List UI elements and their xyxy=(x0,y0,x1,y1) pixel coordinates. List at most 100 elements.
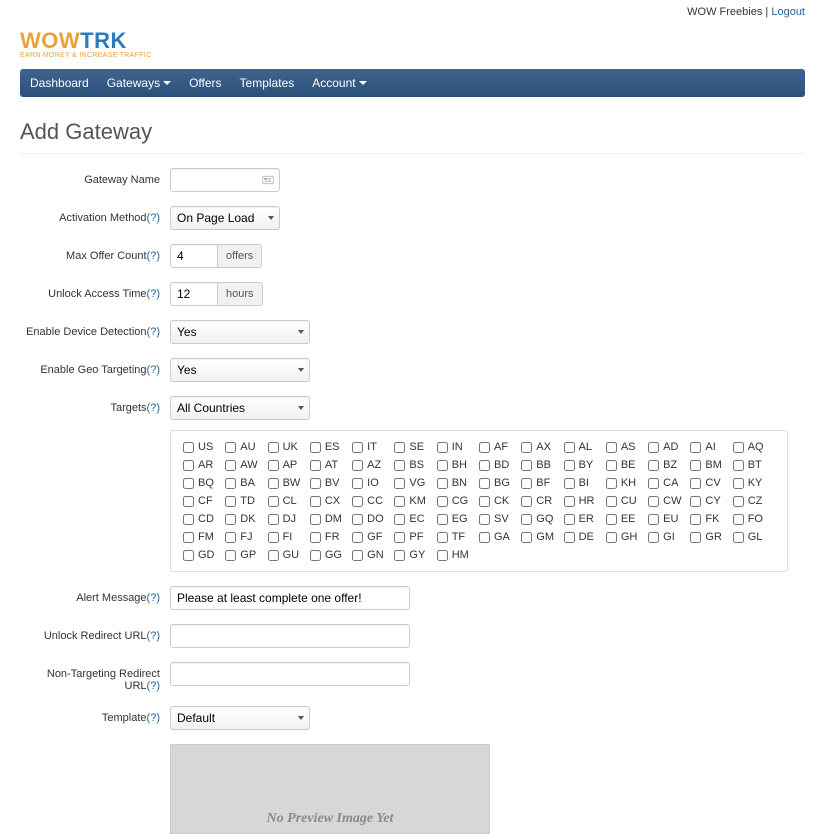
country-checkbox-gm[interactable]: GM xyxy=(521,531,563,543)
country-checkbox-bg[interactable]: BG xyxy=(479,477,521,489)
country-checkbox-input[interactable] xyxy=(437,442,448,453)
template-select[interactable]: Default xyxy=(170,706,310,730)
help-icon[interactable]: (?) xyxy=(147,712,160,724)
country-checkbox-gf[interactable]: GF xyxy=(352,531,394,543)
country-checkbox-input[interactable] xyxy=(394,550,405,561)
country-checkbox-input[interactable] xyxy=(268,460,279,471)
country-checkbox-us[interactable]: US xyxy=(183,441,225,453)
country-checkbox-ee[interactable]: EE xyxy=(606,513,648,525)
country-checkbox-al[interactable]: AL xyxy=(564,441,606,453)
country-checkbox-bt[interactable]: BT xyxy=(733,459,775,471)
country-checkbox-input[interactable] xyxy=(225,442,236,453)
country-checkbox-input[interactable] xyxy=(733,460,744,471)
country-checkbox-cz[interactable]: CZ xyxy=(733,495,775,507)
country-checkbox-input[interactable] xyxy=(479,496,490,507)
country-checkbox-input[interactable] xyxy=(733,496,744,507)
country-checkbox-pf[interactable]: PF xyxy=(394,531,436,543)
country-checkbox-input[interactable] xyxy=(564,532,575,543)
country-checkbox-input[interactable] xyxy=(648,514,659,525)
country-checkbox-bv[interactable]: BV xyxy=(310,477,352,489)
country-checkbox-gq[interactable]: GQ xyxy=(521,513,563,525)
country-checkbox-cy[interactable]: CY xyxy=(690,495,732,507)
country-checkbox-input[interactable] xyxy=(564,478,575,489)
targets-select[interactable]: All Countries xyxy=(170,396,310,420)
country-checkbox-bi[interactable]: BI xyxy=(564,477,606,489)
nav-templates[interactable]: Templates xyxy=(240,76,295,90)
country-checkbox-input[interactable] xyxy=(268,496,279,507)
country-checkbox-gg[interactable]: GG xyxy=(310,549,352,561)
country-checkbox-gy[interactable]: GY xyxy=(394,549,436,561)
country-checkbox-input[interactable] xyxy=(521,442,532,453)
country-checkbox-input[interactable] xyxy=(521,478,532,489)
country-checkbox-input[interactable] xyxy=(564,460,575,471)
country-checkbox-cd[interactable]: CD xyxy=(183,513,225,525)
country-checkbox-input[interactable] xyxy=(606,496,617,507)
nav-gateways[interactable]: Gateways xyxy=(107,76,171,90)
country-checkbox-cu[interactable]: CU xyxy=(606,495,648,507)
country-checkbox-bm[interactable]: BM xyxy=(690,459,732,471)
country-checkbox-input[interactable] xyxy=(437,478,448,489)
country-checkbox-gl[interactable]: GL xyxy=(733,531,775,543)
country-checkbox-gu[interactable]: GU xyxy=(268,549,310,561)
country-checkbox-tf[interactable]: TF xyxy=(437,531,479,543)
country-checkbox-input[interactable] xyxy=(437,460,448,471)
country-checkbox-input[interactable] xyxy=(690,496,701,507)
country-checkbox-input[interactable] xyxy=(183,496,194,507)
country-checkbox-de[interactable]: DE xyxy=(564,531,606,543)
country-checkbox-bz[interactable]: BZ xyxy=(648,459,690,471)
country-checkbox-ba[interactable]: BA xyxy=(225,477,267,489)
country-checkbox-input[interactable] xyxy=(648,460,659,471)
country-checkbox-cr[interactable]: CR xyxy=(521,495,563,507)
country-checkbox-er[interactable]: ER xyxy=(564,513,606,525)
country-checkbox-input[interactable] xyxy=(690,460,701,471)
country-checkbox-input[interactable] xyxy=(606,460,617,471)
country-checkbox-bb[interactable]: BB xyxy=(521,459,563,471)
country-checkbox-bd[interactable]: BD xyxy=(479,459,521,471)
country-checkbox-by[interactable]: BY xyxy=(564,459,606,471)
nav-offers[interactable]: Offers xyxy=(189,76,221,90)
country-checkbox-do[interactable]: DO xyxy=(352,513,394,525)
alert-message-input[interactable] xyxy=(170,586,410,610)
country-checkbox-km[interactable]: KM xyxy=(394,495,436,507)
country-checkbox-input[interactable] xyxy=(352,442,363,453)
country-checkbox-dk[interactable]: DK xyxy=(225,513,267,525)
country-checkbox-input[interactable] xyxy=(183,550,194,561)
country-checkbox-ck[interactable]: CK xyxy=(479,495,521,507)
country-checkbox-input[interactable] xyxy=(733,532,744,543)
country-checkbox-bw[interactable]: BW xyxy=(268,477,310,489)
country-checkbox-au[interactable]: AU xyxy=(225,441,267,453)
country-checkbox-bq[interactable]: BQ xyxy=(183,477,225,489)
country-checkbox-input[interactable] xyxy=(310,496,321,507)
help-icon[interactable]: (?) xyxy=(147,364,160,376)
country-checkbox-input[interactable] xyxy=(394,532,405,543)
country-checkbox-se[interactable]: SE xyxy=(394,441,436,453)
country-checkbox-ca[interactable]: CA xyxy=(648,477,690,489)
country-checkbox-input[interactable] xyxy=(310,532,321,543)
country-checkbox-af[interactable]: AF xyxy=(479,441,521,453)
country-checkbox-sv[interactable]: SV xyxy=(479,513,521,525)
country-checkbox-input[interactable] xyxy=(648,478,659,489)
nav-account[interactable]: Account xyxy=(312,76,366,90)
country-checkbox-hr[interactable]: HR xyxy=(564,495,606,507)
country-checkbox-vg[interactable]: VG xyxy=(394,477,436,489)
country-checkbox-input[interactable] xyxy=(479,514,490,525)
country-checkbox-input[interactable] xyxy=(225,550,236,561)
country-checkbox-td[interactable]: TD xyxy=(225,495,267,507)
country-checkbox-input[interactable] xyxy=(521,532,532,543)
country-checkbox-dj[interactable]: DJ xyxy=(268,513,310,525)
device-detection-select[interactable]: Yes xyxy=(170,320,310,344)
country-checkbox-input[interactable] xyxy=(268,514,279,525)
country-checkbox-input[interactable] xyxy=(310,460,321,471)
country-checkbox-fj[interactable]: FJ xyxy=(225,531,267,543)
country-checkbox-input[interactable] xyxy=(479,460,490,471)
country-checkbox-input[interactable] xyxy=(648,532,659,543)
country-checkbox-input[interactable] xyxy=(352,460,363,471)
country-checkbox-input[interactable] xyxy=(310,478,321,489)
gateway-name-input[interactable] xyxy=(170,168,280,192)
country-checkbox-cc[interactable]: CC xyxy=(352,495,394,507)
country-checkbox-cv[interactable]: CV xyxy=(690,477,732,489)
country-checkbox-ad[interactable]: AD xyxy=(648,441,690,453)
country-checkbox-input[interactable] xyxy=(521,514,532,525)
max-offer-count-input[interactable] xyxy=(170,244,218,268)
help-icon[interactable]: (?) xyxy=(147,592,160,604)
